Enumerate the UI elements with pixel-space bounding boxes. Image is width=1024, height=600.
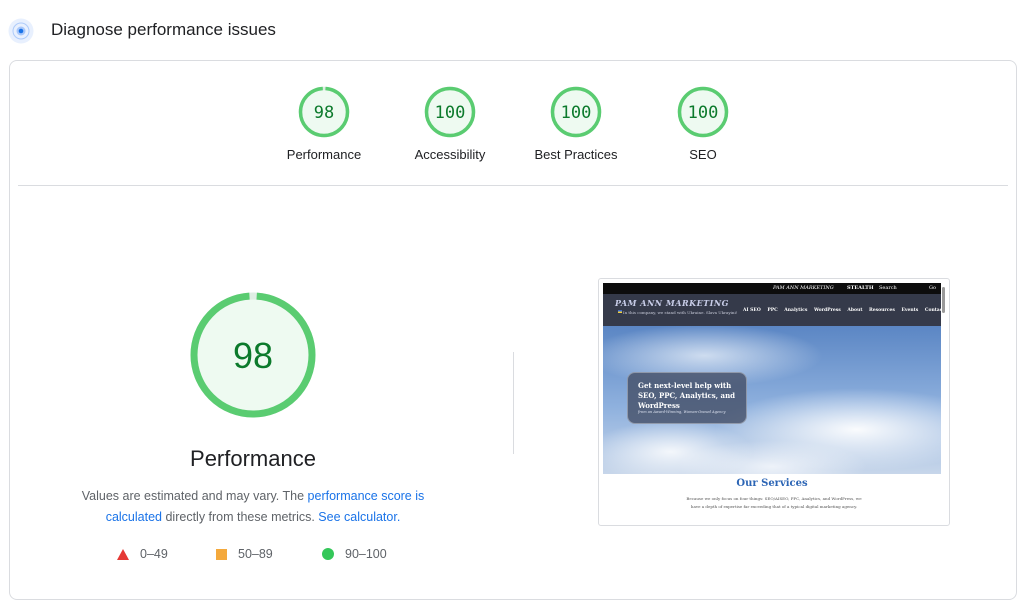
score-description: Values are estimated and may vary. The p… bbox=[60, 486, 446, 528]
performance-score: 98 bbox=[233, 335, 273, 376]
gauge-accessibility[interactable]: 100 Accessibility bbox=[390, 86, 510, 162]
performance-score-gauge: 98 bbox=[190, 292, 316, 418]
topbar-brand: PAM ANN MARKETING bbox=[773, 285, 834, 291]
desc-middle: directly from these metrics. bbox=[162, 510, 319, 524]
gauge-seo[interactable]: 100 SEO bbox=[643, 86, 763, 162]
legend-fail: 0–49 bbox=[117, 547, 168, 561]
legend-average: 50–89 bbox=[216, 547, 273, 561]
gauge-label: Best Practices bbox=[534, 147, 618, 162]
site-hero: Get next-level help with SEO, PPC, Analy… bbox=[603, 326, 941, 474]
gauge-score: 100 bbox=[688, 103, 719, 123]
gauge-label: Performance bbox=[286, 147, 362, 162]
hero-subheading: from an Award-Winning, Woman-Owned Agenc… bbox=[638, 410, 726, 414]
ukraine-flag-icon bbox=[618, 310, 622, 313]
performance-title: Performance bbox=[190, 446, 316, 471]
green-circle-icon bbox=[322, 548, 334, 560]
site-menu-item: Resources bbox=[868, 308, 895, 313]
vertical-divider bbox=[513, 352, 514, 454]
score-ring: 98 bbox=[298, 86, 350, 138]
site-topbar: PAM ANN MARKETING STEALTH Search Go bbox=[603, 283, 941, 294]
gauge-label: SEO bbox=[689, 147, 717, 162]
services-text: Because we only focus on four things: SE… bbox=[686, 496, 862, 509]
gauge-performance[interactable]: 98 Performance bbox=[264, 86, 384, 162]
site-menu: AI SEO PPC Analytics WordPress About Res… bbox=[743, 308, 949, 313]
hero-callout: Get next-level help with SEO, PPC, Analy… bbox=[627, 372, 747, 424]
gauge-score: 100 bbox=[561, 103, 592, 123]
site-brand: PAM ANN MARKETING bbox=[615, 298, 729, 308]
site-menu-item: AI SEO bbox=[743, 308, 761, 313]
score-ring: 100 bbox=[424, 86, 476, 138]
orange-square-icon bbox=[216, 548, 227, 560]
site-menu-item: PPC bbox=[767, 308, 778, 313]
site-menu-item: About bbox=[847, 308, 863, 313]
gauge-score: 100 bbox=[435, 103, 466, 123]
hero-heading: Get next-level help with SEO, PPC, Analy… bbox=[638, 381, 736, 410]
gauge-best-practices[interactable]: 100 Best Practices bbox=[516, 86, 636, 162]
page-screenshot[interactable]: PAM ANN MARKETING STEALTH Search Go PAM … bbox=[598, 278, 950, 526]
section-title: Diagnose performance issues bbox=[51, 20, 276, 39]
topbar-search: Search bbox=[879, 285, 897, 291]
services-heading: Our Services bbox=[736, 478, 808, 489]
topbar-stealth: STEALTH bbox=[847, 285, 874, 291]
score-ring: 100 bbox=[677, 86, 729, 138]
section-header: Diagnose performance issues bbox=[0, 0, 1024, 60]
gauge-label: Accessibility bbox=[414, 147, 486, 162]
see-calculator-link[interactable]: See calculator. bbox=[318, 510, 400, 524]
legend-range: 90–100 bbox=[345, 547, 387, 561]
site-menu-item: Analytics bbox=[784, 308, 808, 313]
red-triangle-icon bbox=[117, 548, 129, 560]
site-menu-item: WordPress bbox=[813, 308, 841, 313]
site-tagline: In this company, we stand with Ukraine. … bbox=[623, 310, 738, 315]
gauge-score: 98 bbox=[314, 103, 334, 123]
legend-pass: 90–100 bbox=[322, 547, 387, 561]
site-menu-item: Events bbox=[901, 308, 919, 313]
site-nav: PAM ANN MARKETING In this company, we st… bbox=[603, 294, 945, 326]
legend-range: 0–49 bbox=[140, 547, 168, 561]
desc-prefix: Values are estimated and may vary. The bbox=[81, 489, 308, 503]
lighthouse-icon bbox=[8, 18, 34, 44]
screenshot-scrollbar bbox=[942, 287, 945, 313]
topbar-go: Go bbox=[929, 285, 937, 291]
score-ring: 100 bbox=[550, 86, 602, 138]
legend-range: 50–89 bbox=[238, 547, 273, 561]
gauges-divider bbox=[18, 185, 1008, 186]
